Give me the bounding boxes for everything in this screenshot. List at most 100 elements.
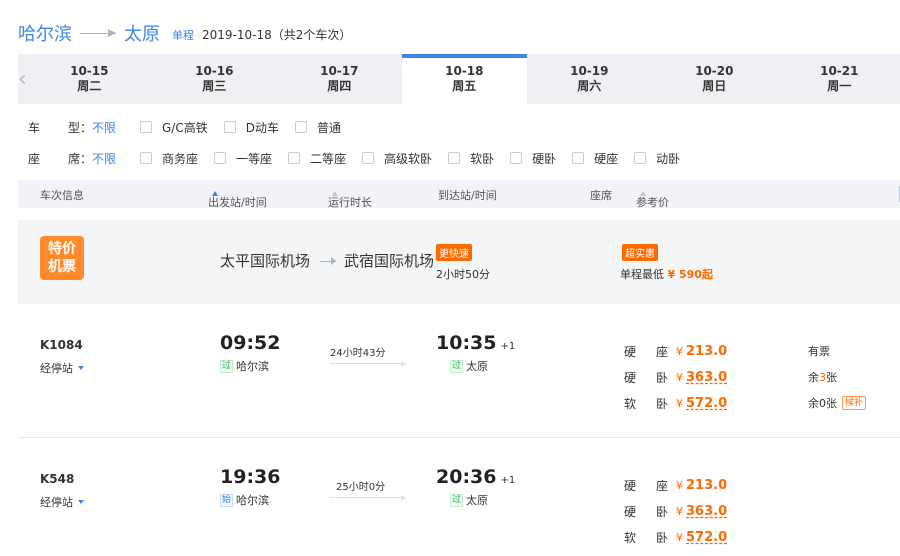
date-tab-weekday: 周一 bbox=[827, 79, 852, 93]
header-duration-sort[interactable]: 运行时长 bbox=[328, 187, 372, 209]
date-tab-10-18-selected[interactable]: 10-18 周五 bbox=[401, 54, 527, 104]
train-type-label: 车 型：不限 bbox=[28, 119, 140, 136]
seat-name-char: 卧 bbox=[655, 530, 668, 545]
checkbox[interactable] bbox=[448, 152, 461, 164]
promo-duration: 2小时50分 bbox=[436, 268, 490, 281]
seat-price-soft-sleeper: 软 卧 ¥572.0 bbox=[624, 524, 727, 550]
arrival-station: 过太原 bbox=[450, 492, 488, 508]
seat-price-link[interactable]: ¥572.0 bbox=[676, 396, 727, 411]
seat-price-link[interactable]: ¥572.0 bbox=[676, 530, 727, 545]
arrow-right-icon bbox=[320, 257, 336, 265]
arrow-right-icon bbox=[330, 495, 406, 501]
pass-tag: 过 bbox=[220, 359, 234, 373]
seat-option-first[interactable]: 一等座 bbox=[214, 150, 272, 167]
stops-toggle[interactable]: 经停站 bbox=[40, 360, 84, 376]
filter-option-normal[interactable]: 普通 bbox=[294, 119, 341, 136]
checkbox[interactable] bbox=[140, 152, 152, 164]
seat-name-char: 硬 bbox=[624, 370, 637, 385]
date-tab-weekday: 周四 bbox=[327, 79, 352, 93]
availability-list: 有票 余3张 余0张 候补 bbox=[808, 338, 867, 416]
date-tab-10-20[interactable]: 10-20 周日 bbox=[652, 54, 777, 104]
option-label: 动卧 bbox=[656, 151, 681, 166]
seat-price: 572.0 bbox=[686, 529, 728, 545]
badge-line: 机票 bbox=[48, 259, 76, 275]
checkbox[interactable] bbox=[294, 121, 307, 133]
departure-station-name: 哈尔滨 bbox=[236, 494, 270, 507]
arrow-right-icon bbox=[330, 361, 406, 367]
header-train-info: 车次信息 bbox=[40, 189, 84, 202]
date-tab-10-19[interactable]: 10-19 周六 bbox=[527, 54, 652, 104]
special-flight-badge: 特价 机票 bbox=[40, 236, 84, 280]
origin-city[interactable]: 哈尔滨 bbox=[18, 20, 72, 46]
date-tab-10-16[interactable]: 10-16 周三 bbox=[152, 54, 277, 104]
flight-promo-row[interactable]: 特价 机票 太平国际机场 武宿国际机场 更快速 2小时50分 超实惠 单程最低 … bbox=[18, 220, 900, 304]
option-label: 一等座 bbox=[236, 151, 273, 166]
seat-price-hard-seat: 硬 座 ¥213.0 bbox=[624, 472, 727, 498]
date-tab-date: 10-16 bbox=[195, 64, 234, 78]
checkbox[interactable] bbox=[288, 152, 301, 164]
route-header: 哈尔滨 太原 单程 2019-10-18（共2个车次） bbox=[18, 18, 351, 48]
train-type-any[interactable]: 不限 bbox=[92, 119, 116, 136]
origin-tag: 始 bbox=[220, 493, 234, 507]
checkbox[interactable] bbox=[634, 152, 647, 164]
train-row: K1084 经停站 09:52 过哈尔滨 24小时43分 10:35 +1 过太原… bbox=[18, 306, 900, 438]
arrival-station-name: 太原 bbox=[466, 360, 489, 373]
seat-name-char: 座 bbox=[655, 344, 668, 359]
seat-name-char: 卧 bbox=[655, 396, 668, 411]
seat-price-link[interactable]: ¥363.0 bbox=[676, 370, 727, 385]
seat-name-char: 卧 bbox=[655, 370, 668, 385]
seat-option-soft-sleeper[interactable]: 软卧 bbox=[448, 150, 494, 167]
seat-option-second[interactable]: 二等座 bbox=[288, 150, 346, 167]
availability-count: 3 bbox=[819, 370, 826, 384]
date-tab-10-15[interactable]: 10-15 周二 bbox=[27, 54, 152, 104]
date-tab-weekday: 周二 bbox=[77, 79, 102, 93]
option-label: 高级软卧 bbox=[384, 151, 433, 166]
yen-sign: ¥ bbox=[667, 268, 676, 281]
table-header: 车次信息 出发站/时间 运行时长 到达站/时间 座席 参考价 bbox=[18, 180, 900, 209]
next-day-marker: +1 bbox=[500, 341, 516, 352]
arrival-station-name: 太原 bbox=[466, 494, 489, 507]
date-tab-10-21[interactable]: 10-21 周一 bbox=[777, 54, 900, 104]
checkbox[interactable] bbox=[223, 121, 236, 133]
header-depart-sort[interactable]: 出发站/时间 bbox=[208, 187, 267, 209]
checkbox[interactable] bbox=[362, 152, 375, 164]
stops-toggle[interactable]: 经停站 bbox=[40, 494, 84, 510]
seat-option-deluxe-soft-sleeper[interactable]: 高级软卧 bbox=[362, 150, 432, 167]
date-tab-weekday: 周六 bbox=[577, 79, 602, 93]
seat-option-hard-sleeper[interactable]: 硬卧 bbox=[510, 150, 556, 167]
train-number[interactable]: K548 bbox=[40, 472, 74, 486]
train-row: K548 经停站 19:36 始哈尔滨 25小时0分 20:36 +1 过太原 硬… bbox=[18, 440, 900, 556]
checkbox[interactable] bbox=[572, 152, 585, 164]
arrival-time: 10:35 +1 bbox=[436, 332, 515, 354]
checkbox[interactable] bbox=[214, 152, 227, 164]
arrival-time: 20:36 +1 bbox=[436, 466, 515, 488]
date-tab-weekday: 周三 bbox=[202, 79, 227, 93]
seat-price-hard-sleeper: 硬 卧 ¥363.0 bbox=[624, 364, 727, 390]
train-number[interactable]: K1084 bbox=[40, 338, 83, 352]
seat-option-hard-seat[interactable]: 硬座 bbox=[572, 150, 618, 167]
waitlist-button[interactable]: 候补 bbox=[842, 396, 867, 410]
header-seat: 座席 bbox=[590, 189, 612, 202]
destination-city[interactable]: 太原 bbox=[124, 20, 160, 46]
header-price-sort[interactable]: 参考价 bbox=[636, 187, 669, 209]
date-tab-date: 10-18 bbox=[445, 64, 484, 78]
seat-name-char: 卧 bbox=[655, 504, 668, 519]
filter-option-d[interactable]: D动车 bbox=[223, 119, 279, 136]
filter-option-gc[interactable]: G/C高铁 bbox=[140, 119, 208, 136]
checkbox[interactable] bbox=[510, 152, 523, 164]
seat-type-any[interactable]: 不限 bbox=[92, 150, 116, 167]
chevron-left-icon[interactable]: ‹ bbox=[18, 54, 27, 104]
seat-price-link[interactable]: ¥363.0 bbox=[676, 504, 727, 519]
checkbox[interactable] bbox=[140, 121, 152, 133]
option-label: 硬卧 bbox=[532, 151, 557, 166]
seat-name-char: 硬 bbox=[624, 344, 637, 359]
seat-option-emu-sleeper[interactable]: 动卧 bbox=[634, 150, 680, 167]
seat-option-business[interactable]: 商务座 bbox=[140, 150, 198, 167]
seat-type-label: 座 席：不限 bbox=[28, 150, 140, 167]
date-tab-weekday: 周日 bbox=[702, 79, 727, 93]
label-char: 席 bbox=[67, 151, 80, 166]
stops-label: 经停站 bbox=[40, 362, 73, 375]
pass-tag: 过 bbox=[450, 359, 464, 373]
date-tab-10-17[interactable]: 10-17 周四 bbox=[277, 54, 402, 104]
faster-tag: 更快速 bbox=[436, 244, 472, 261]
